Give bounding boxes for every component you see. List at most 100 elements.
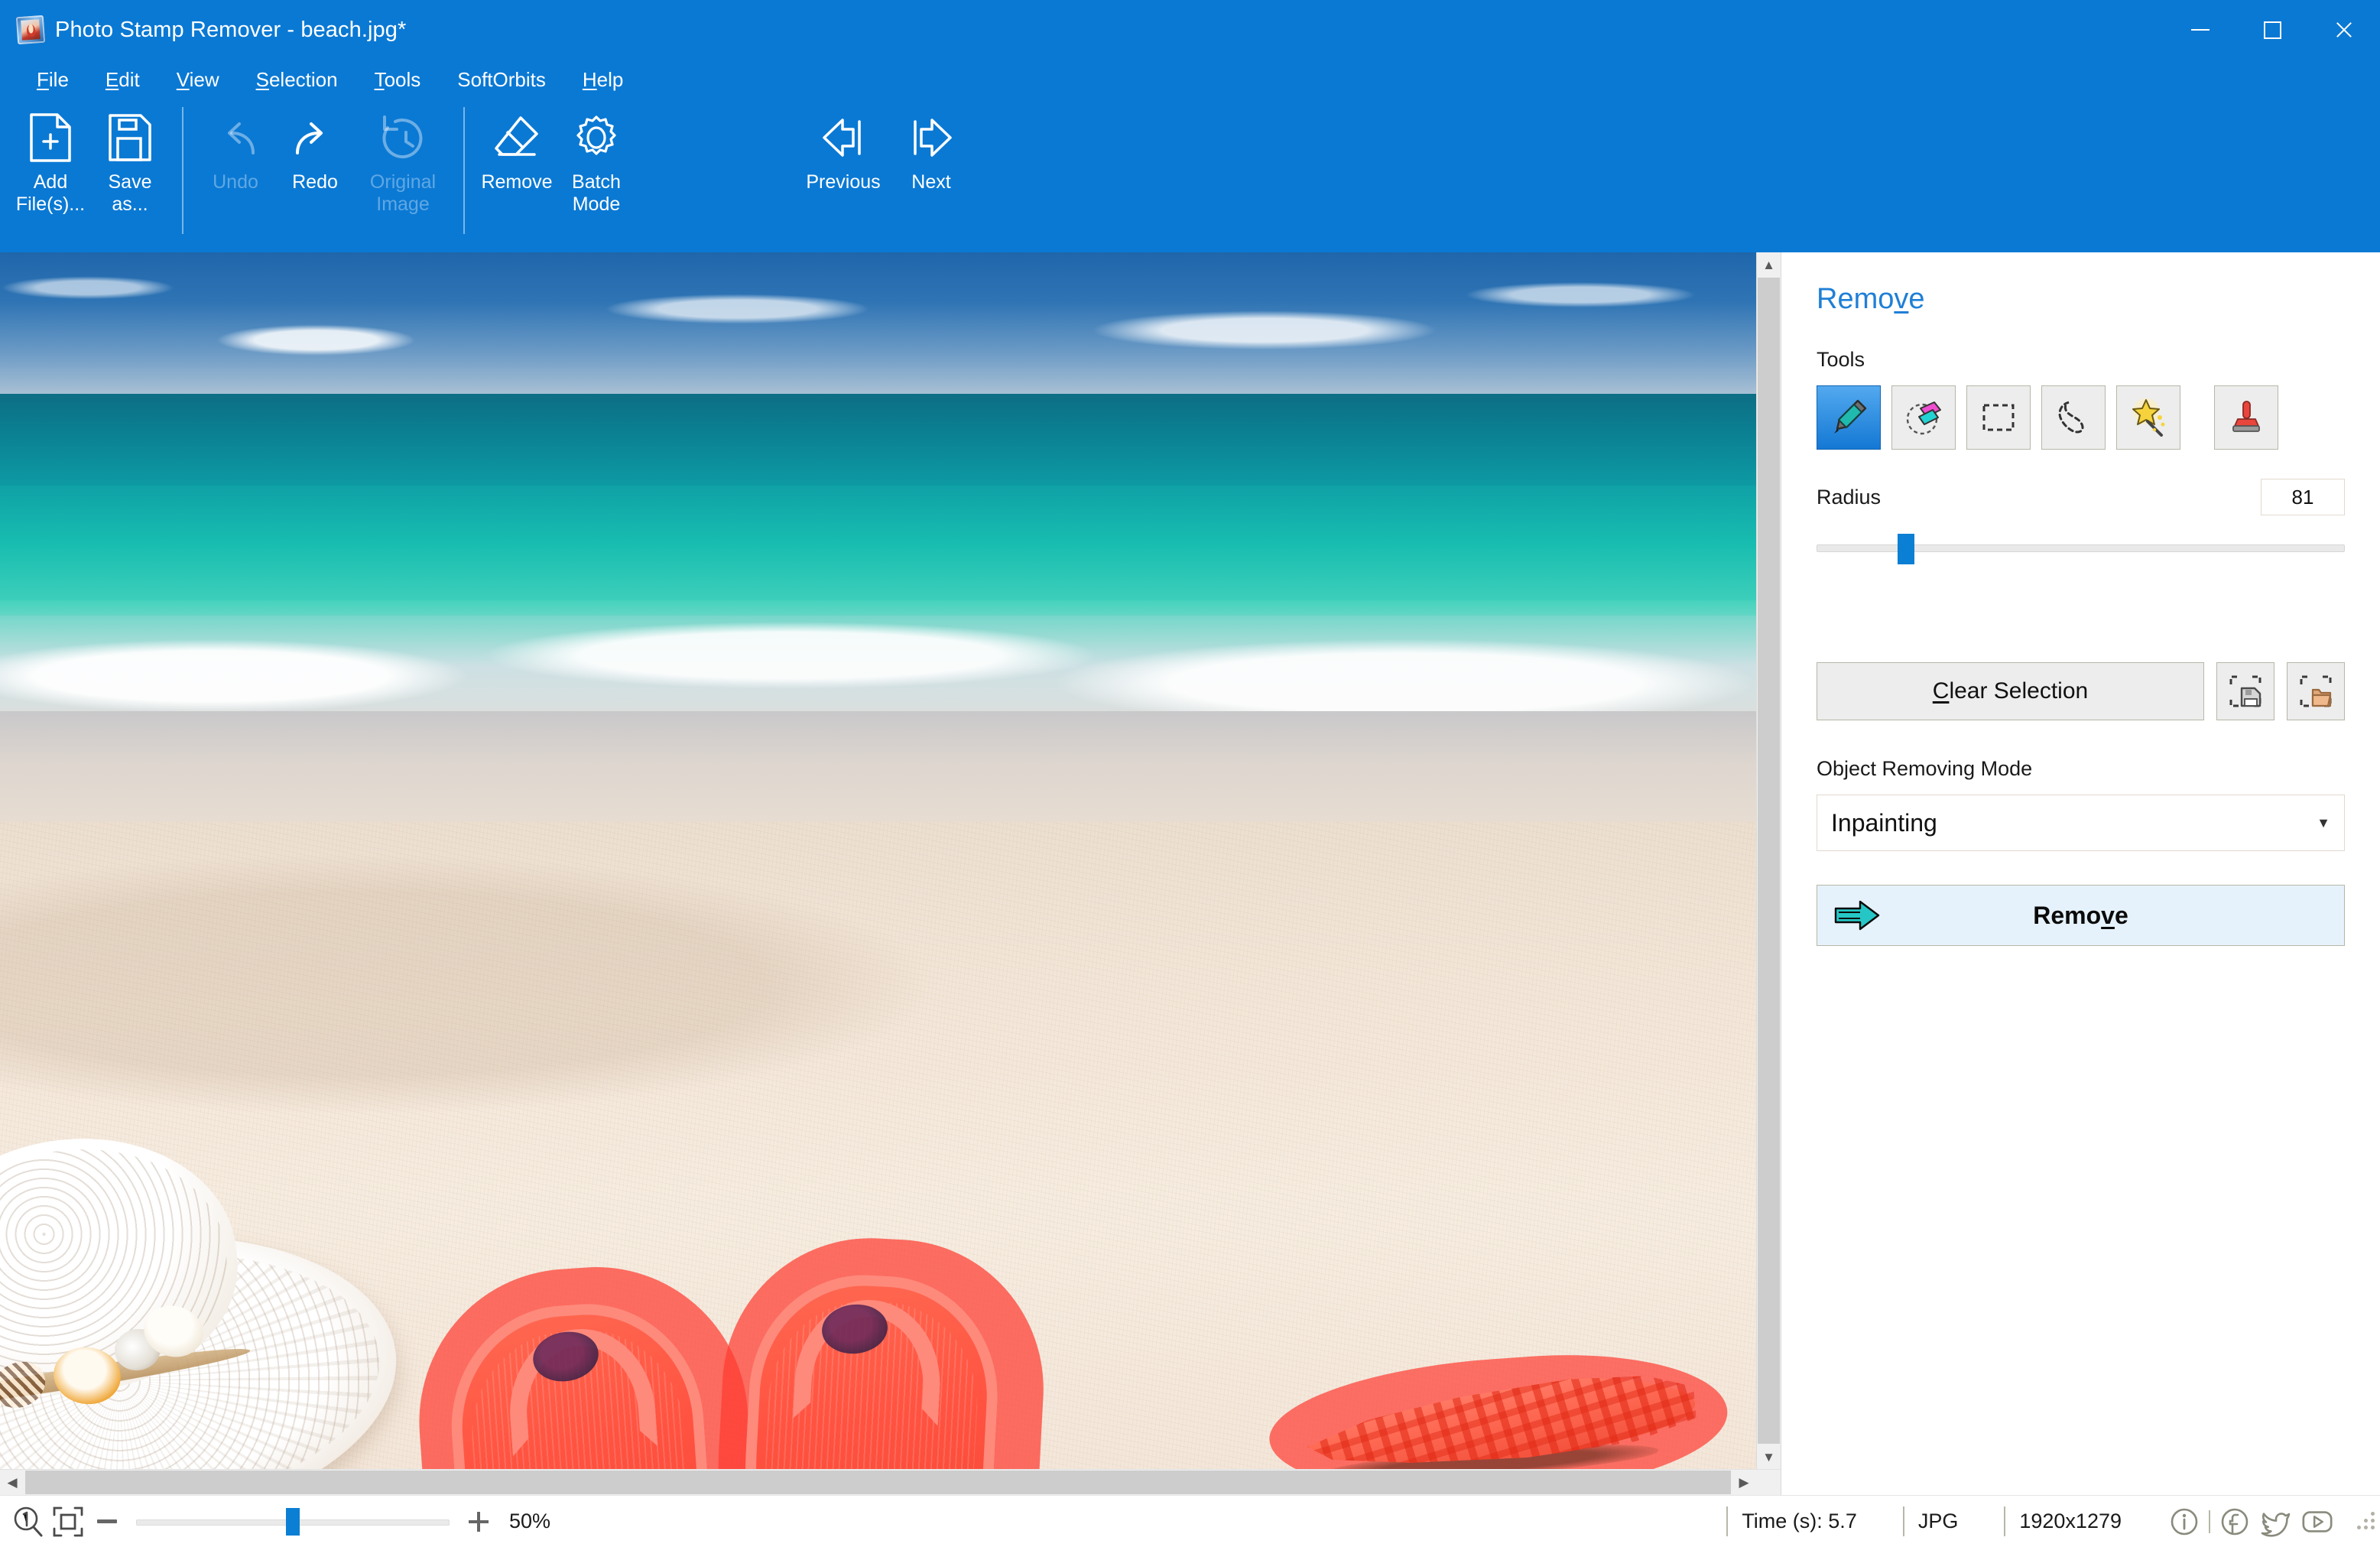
remove-toolbar-button[interactable]: Remove (477, 99, 557, 242)
magic-wand-icon (2132, 398, 2165, 437)
chevron-down-icon: ▼ (2317, 814, 2330, 830)
tools-row (1817, 385, 2345, 450)
toolbar-separator-1 (182, 107, 183, 234)
info-button[interactable] (2167, 1505, 2201, 1539)
rectangle-select-tool-button[interactable] (1966, 385, 2031, 450)
menu-item-tools[interactable]: Tools (356, 63, 440, 96)
status-bar: 50% Time (s): 5.7 JPG 1920x1279 (0, 1495, 2380, 1547)
zoom-actual-size-icon (14, 1506, 43, 1536)
undo-label: Undo (213, 171, 258, 193)
zoom-out-button[interactable] (90, 1505, 124, 1539)
save-as-label: Save as... (108, 171, 152, 215)
undo-button[interactable]: Undo (196, 99, 275, 242)
remove-action-button[interactable]: Remove (1817, 885, 2345, 946)
load-selection-button[interactable] (2287, 662, 2345, 720)
vertical-scroll-thumb[interactable] (1758, 278, 1780, 1444)
image-canvas[interactable] (0, 252, 1756, 1469)
magic-wand-tool-button[interactable] (2116, 385, 2180, 450)
marker-icon (1834, 399, 1867, 434)
eraser-icon (493, 110, 541, 165)
status-time: Time (s): 5.7 (1726, 1506, 1857, 1536)
object-removing-mode-value: Inpainting (1831, 808, 1937, 837)
facebook-button[interactable] (2218, 1505, 2252, 1539)
menu-item-edit[interactable]: Edit (87, 63, 158, 96)
radius-slider-thumb[interactable] (1898, 534, 1915, 564)
zoom-slider[interactable] (136, 1505, 450, 1539)
lasso-select-icon (2058, 401, 2084, 434)
previous-button[interactable]: Previous (795, 99, 891, 242)
fit-to-window-icon (53, 1506, 83, 1536)
window-controls (2164, 0, 2380, 60)
scrollbar-corner (1756, 1470, 1781, 1495)
remove-toolbar-label: Remove (481, 171, 553, 193)
photo-sea-shallow (0, 486, 1756, 616)
add-file-icon (27, 110, 74, 165)
save-as-button[interactable]: Save as... (90, 99, 170, 242)
canvas-horizontal-scrollbar[interactable]: ◀ ▶ (0, 1469, 1781, 1495)
close-icon (2334, 20, 2354, 40)
stamp-icon (2232, 401, 2260, 432)
add-files-button[interactable]: Add File(s)... (11, 99, 90, 242)
app-photo-icon (15, 15, 46, 45)
stamp-tool-button[interactable] (2214, 385, 2278, 450)
eraser-dashed-icon (1906, 401, 1941, 435)
twitter-icon (2261, 1512, 2291, 1537)
clear-selection-button[interactable]: Clear Selection (1817, 662, 2204, 720)
marker-tool-button[interactable] (1817, 385, 1881, 450)
menu-item-selection[interactable]: Selection (238, 63, 356, 96)
save-selection-button[interactable] (2216, 662, 2274, 720)
lasso-select-tool-button[interactable] (2041, 385, 2106, 450)
info-icon (2171, 1508, 2198, 1535)
close-button[interactable] (2308, 0, 2380, 60)
menu-item-softorbits[interactable]: SoftOrbits (439, 63, 564, 96)
original-image-button[interactable]: Original Image (355, 99, 451, 242)
gear-icon (572, 110, 621, 165)
radius-row: Radius 81 (1817, 479, 2345, 515)
scroll-right-icon[interactable]: ▶ (1732, 1470, 1756, 1495)
redo-icon (290, 110, 340, 165)
radius-input[interactable]: 81 (2261, 479, 2345, 515)
menu-item-view[interactable]: View (158, 63, 238, 96)
toolbar-separator-2 (463, 107, 465, 234)
redo-button[interactable]: Redo (275, 99, 355, 242)
scroll-up-icon[interactable]: ▲ (1757, 252, 1781, 277)
remove-panel: Remove Tools Radius 81 C lear Selection … (1781, 252, 2380, 1495)
batch-mode-button[interactable]: Batch Mode (557, 99, 636, 242)
zoom-in-button[interactable] (462, 1505, 495, 1539)
main-body: ▲ ▼ ◀ ▶ Remove Tools Radius 81 C lear Se… (0, 252, 2380, 1495)
resize-grip[interactable] (2354, 1509, 2380, 1535)
previous-label: Previous (806, 171, 881, 193)
save-as-icon (106, 110, 154, 165)
eraser-tool-button[interactable] (1891, 385, 1956, 450)
save-selection-icon (2229, 675, 2261, 707)
minimize-button[interactable] (2164, 0, 2236, 60)
social-links (2167, 1505, 2334, 1539)
youtube-button[interactable] (2300, 1505, 2334, 1539)
remove-action-label: Remove (2033, 901, 2128, 929)
arrow-left-icon (820, 110, 867, 165)
fit-to-window-button[interactable] (50, 1504, 86, 1539)
tools-section-label: Tools (1817, 348, 1865, 371)
canvas-row: ▲ ▼ (0, 252, 1781, 1469)
next-button[interactable]: Next (891, 99, 971, 242)
zoom-slider-thumb[interactable] (286, 1507, 300, 1536)
zoom-actual-size-button[interactable] (11, 1504, 46, 1539)
object-removing-mode-select[interactable]: Inpainting ▼ (1817, 795, 2345, 851)
horizontal-scroll-thumb[interactable] (25, 1471, 1731, 1494)
original-image-label: Original Image (369, 171, 437, 215)
title-bar-left: Photo Stamp Remover - beach.jpg* (0, 15, 406, 45)
menu-item-help[interactable]: Help (564, 63, 641, 96)
menu-item-file[interactable]: File (18, 63, 87, 96)
scroll-down-icon[interactable]: ▼ (1757, 1445, 1781, 1469)
load-selection-icon (2300, 675, 2332, 707)
clear-selection-row: Clear Selection (1817, 662, 2345, 720)
canvas-vertical-scrollbar[interactable]: ▲ ▼ (1756, 252, 1781, 1469)
application-window: Photo Stamp Remover - beach.jpg* File Ed… (0, 0, 2380, 1547)
social-separator (2209, 1510, 2210, 1533)
radius-slider[interactable] (1817, 532, 2345, 564)
twitter-button[interactable] (2259, 1505, 2293, 1539)
scroll-left-icon[interactable]: ◀ (0, 1470, 24, 1495)
maximize-button[interactable] (2236, 0, 2308, 60)
menu-bar: File Edit View Selection Tools SoftOrbit… (0, 60, 2380, 99)
undo-icon (210, 110, 261, 165)
